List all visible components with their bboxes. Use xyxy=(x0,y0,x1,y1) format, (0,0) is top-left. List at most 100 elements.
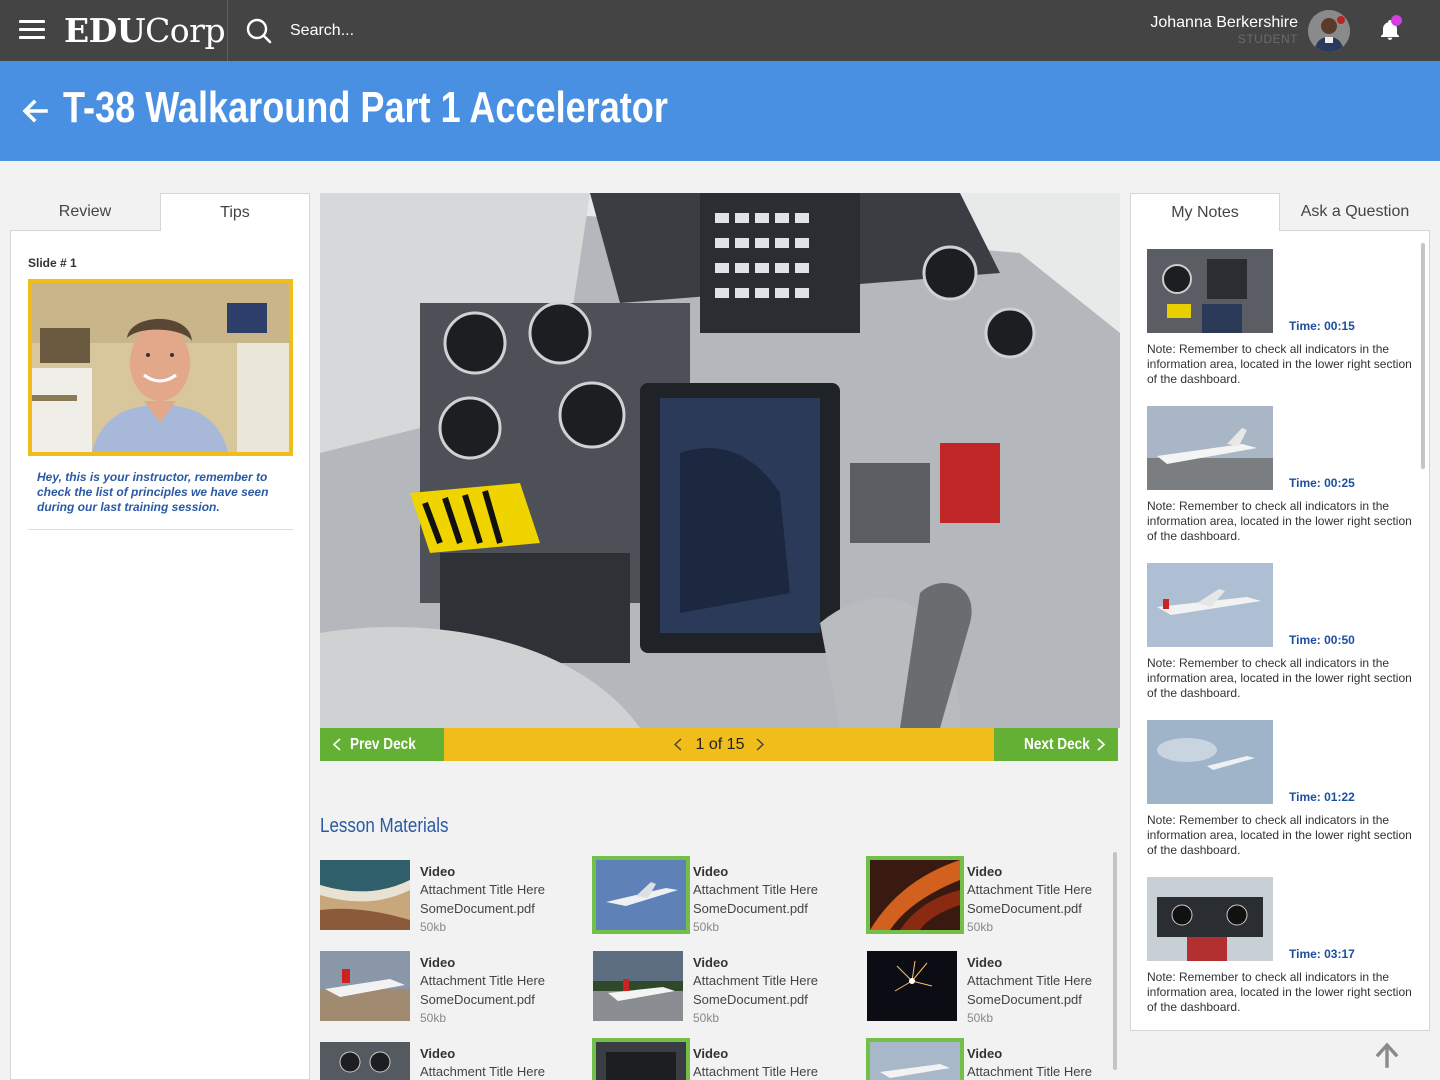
material-file: SomeDocument.pdf xyxy=(420,901,535,916)
material-type: Video xyxy=(693,1046,729,1061)
arrow-left-icon[interactable] xyxy=(20,96,50,126)
note-time: Time: 00:50 xyxy=(1289,633,1355,647)
material-thumbnail xyxy=(320,951,410,1021)
prev-deck-button[interactable]: Prev Deck xyxy=(320,728,444,761)
note-thumbnail xyxy=(1147,877,1273,961)
prev-deck-label: Prev Deck xyxy=(350,736,416,753)
material-thumbnail xyxy=(320,860,410,930)
left-tabs: Review Tips xyxy=(10,193,310,231)
material-type: Video xyxy=(967,864,1003,879)
slide-number: Slide # 1 xyxy=(28,256,77,270)
top-bar: EDUCorp Johanna Berkershire STUDENT xyxy=(0,0,1440,61)
material-type: Video xyxy=(420,955,456,970)
material-item[interactable]: Video Attachment Title Here SomeDocument… xyxy=(320,860,560,940)
material-thumbnail xyxy=(320,1042,410,1080)
note-thumbnail xyxy=(1147,563,1273,647)
note-thumbnail xyxy=(1147,249,1273,333)
material-size: 50kb xyxy=(967,1011,994,1025)
materials-scrollbar[interactable] xyxy=(1113,852,1117,1070)
material-item[interactable]: Video Attachment Title Here xyxy=(320,1042,560,1080)
material-type: Video xyxy=(420,1046,456,1061)
material-type: Video xyxy=(693,955,729,970)
next-deck-label: Next Deck xyxy=(1024,736,1090,753)
material-item[interactable]: Video Attachment Title Here SomeDocument… xyxy=(593,951,833,1031)
note-thumbnail xyxy=(1147,406,1273,490)
tab-ask-question[interactable]: Ask a Question xyxy=(1280,193,1430,231)
material-item[interactable]: Video Attachment Title Here SomeDocument… xyxy=(320,951,560,1031)
notification-dot xyxy=(1391,15,1402,26)
note-time: Time: 00:25 xyxy=(1289,476,1355,490)
slide-viewer[interactable] xyxy=(320,193,1120,728)
material-title: Attachment Title Here xyxy=(420,973,545,988)
note-thumbnail xyxy=(1147,720,1273,804)
material-type: Video xyxy=(693,864,729,879)
user-name[interactable]: Johanna Berkershire xyxy=(1150,14,1298,32)
search-icon[interactable] xyxy=(246,18,272,44)
note-item[interactable]: Time: 00:50 Note: Remember to check all … xyxy=(1147,563,1417,713)
material-type: Video xyxy=(967,955,1003,970)
material-size: 50kb xyxy=(420,920,447,934)
material-item[interactable]: Video Attachment Title Here xyxy=(866,1038,1107,1080)
material-title: Attachment Title Here xyxy=(693,973,818,988)
material-item[interactable]: Video Attachment Title Here SomeDocument… xyxy=(592,856,833,940)
material-item[interactable]: Video Attachment Title Here SomeDocument… xyxy=(867,951,1107,1031)
lesson-materials-title: Lesson Materials xyxy=(320,815,449,837)
instructor-tip: Hey, this is your instructor, remember t… xyxy=(37,470,269,514)
arrow-up-icon[interactable] xyxy=(1374,1042,1400,1068)
material-type: Video xyxy=(967,1046,1003,1061)
note-time: Time: 00:15 xyxy=(1289,319,1355,333)
material-file: SomeDocument.pdf xyxy=(967,992,1082,1007)
material-size: 50kb xyxy=(967,920,994,934)
note-item[interactable]: Time: 03:17 Note: Remember to check all … xyxy=(1147,877,1417,1027)
material-title: Attachment Title Here xyxy=(693,882,818,897)
material-title: Attachment Title Here xyxy=(420,882,545,897)
brand-rest: Corp xyxy=(145,11,226,50)
material-title: Attachment Title Here xyxy=(967,882,1092,897)
note-text: Note: Remember to check all indicators i… xyxy=(1147,499,1412,543)
chevron-right-icon[interactable] xyxy=(754,738,766,751)
material-title: Attachment Title Here xyxy=(967,1064,1092,1079)
cockpit-image xyxy=(320,193,1120,728)
material-item[interactable]: Video Attachment Title Here SomeDocument… xyxy=(866,856,1107,940)
title-bar: T-38 Walkaround Part 1 Accelerator xyxy=(0,61,1440,161)
material-file: SomeDocument.pdf xyxy=(693,992,808,1007)
material-type: Video xyxy=(420,864,456,879)
hamburger-menu-icon[interactable] xyxy=(19,20,45,40)
material-file: SomeDocument.pdf xyxy=(967,901,1082,916)
material-file: SomeDocument.pdf xyxy=(693,901,808,916)
notes-list: Time: 00:15 Note: Remember to check all … xyxy=(1130,231,1430,1031)
note-item[interactable]: Time: 00:25 Note: Remember to check all … xyxy=(1147,406,1417,556)
page-title: T-38 Walkaround Part 1 Accelerator xyxy=(63,83,668,132)
right-tabs: My Notes Ask a Question xyxy=(1130,193,1430,231)
note-item[interactable]: Time: 01:22 Note: Remember to check all … xyxy=(1147,720,1417,870)
note-text: Note: Remember to check all indicators i… xyxy=(1147,342,1412,386)
brand-logo[interactable]: EDUCorp xyxy=(64,11,226,50)
deck-navigation: Prev Deck 1 of 15 Next Deck xyxy=(320,728,1118,761)
notes-scrollbar[interactable] xyxy=(1421,243,1425,469)
material-title: Attachment Title Here xyxy=(420,1064,545,1079)
material-item[interactable]: Video Attachment Title Here xyxy=(592,1038,833,1080)
tab-review[interactable]: Review xyxy=(10,193,160,231)
material-file: SomeDocument.pdf xyxy=(420,992,535,1007)
note-time: Time: 03:17 xyxy=(1289,947,1355,961)
tab-tips[interactable]: Tips xyxy=(160,193,310,231)
material-thumbnail xyxy=(593,951,683,1021)
avatar[interactable] xyxy=(1308,10,1350,52)
instructor-video[interactable] xyxy=(28,279,293,456)
tips-content: Slide # 1 Hey, this is your instructor, … xyxy=(10,231,310,1080)
material-size: 50kb xyxy=(693,1011,720,1025)
material-thumbnail xyxy=(867,951,957,1021)
right-panel: My Notes Ask a Question Time: 00:15 Note… xyxy=(1130,193,1430,1080)
material-thumbnail xyxy=(592,856,690,934)
tab-my-notes[interactable]: My Notes xyxy=(1130,193,1280,231)
search-input[interactable] xyxy=(284,17,684,45)
material-thumbnail xyxy=(592,1038,690,1080)
next-deck-button[interactable]: Next Deck xyxy=(994,728,1118,761)
tip-divider xyxy=(28,529,293,530)
material-thumbnail xyxy=(866,856,964,934)
material-title: Attachment Title Here xyxy=(967,973,1092,988)
material-size: 50kb xyxy=(693,920,720,934)
note-item[interactable]: Time: 00:15 Note: Remember to check all … xyxy=(1147,249,1417,399)
brand-bold: EDU xyxy=(64,11,146,50)
user-role: STUDENT xyxy=(1237,32,1298,46)
